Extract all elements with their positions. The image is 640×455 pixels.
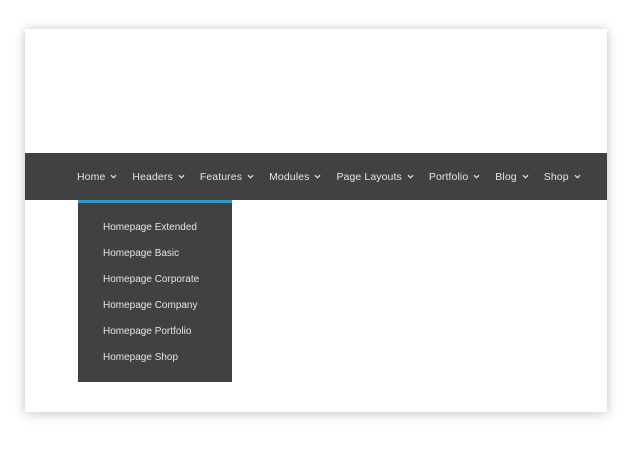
chevron-down-icon — [574, 173, 581, 180]
main-nav-bar: Home Headers Features Modules Page Layou… — [25, 153, 607, 200]
chevron-down-icon — [178, 173, 185, 180]
nav-item-portfolio[interactable]: Portfolio — [429, 171, 480, 183]
chevron-down-icon — [522, 173, 529, 180]
nav-item-label: Home — [77, 170, 106, 183]
page-background: Home Headers Features Modules Page Layou… — [0, 0, 640, 455]
nav-item-label: Blog — [495, 170, 517, 183]
dropdown-item-homepage-portfolio[interactable]: Homepage Portfolio — [103, 322, 199, 348]
chevron-down-icon — [247, 173, 254, 180]
chevron-down-icon — [407, 173, 414, 180]
nav-item-page-layouts[interactable]: Page Layouts — [336, 170, 414, 183]
chevron-down-icon — [314, 173, 321, 180]
nav-item-label: Headers — [132, 170, 173, 183]
dropdown-item-homepage-shop[interactable]: Homepage Shop — [103, 348, 199, 374]
nav-item-headers[interactable]: Headers — [132, 170, 185, 183]
nav-item-label: Shop — [543, 170, 569, 183]
nav-item-home[interactable]: Home — [77, 171, 117, 183]
nav-item-label: Modules — [269, 170, 310, 183]
dropdown-item-homepage-company[interactable]: Homepage Company — [103, 296, 199, 322]
home-dropdown-menu: Homepage Extended Homepage Basic Homepag… — [78, 200, 232, 382]
dropdown-item-homepage-corporate[interactable]: Homepage Corporate — [103, 270, 199, 296]
nav-item-features[interactable]: Features — [200, 171, 254, 183]
dropdown-list: Homepage Extended Homepage Basic Homepag… — [103, 218, 199, 374]
nav-menu: Home Headers Features Modules Page Layou… — [77, 153, 581, 200]
nav-item-blog[interactable]: Blog — [495, 170, 529, 183]
preview-card: Home Headers Features Modules Page Layou… — [25, 29, 607, 412]
chevron-down-icon — [473, 173, 480, 180]
nav-item-modules[interactable]: Modules — [269, 171, 321, 183]
chevron-down-icon — [110, 173, 117, 180]
nav-item-label: Page Layouts — [336, 170, 402, 183]
dropdown-item-homepage-extended[interactable]: Homepage Extended — [103, 218, 199, 244]
nav-item-label: Portfolio — [428, 170, 469, 183]
nav-item-shop[interactable]: Shop — [544, 171, 581, 183]
dropdown-item-homepage-basic[interactable]: Homepage Basic — [103, 244, 199, 270]
nav-item-label: Features — [199, 170, 243, 183]
